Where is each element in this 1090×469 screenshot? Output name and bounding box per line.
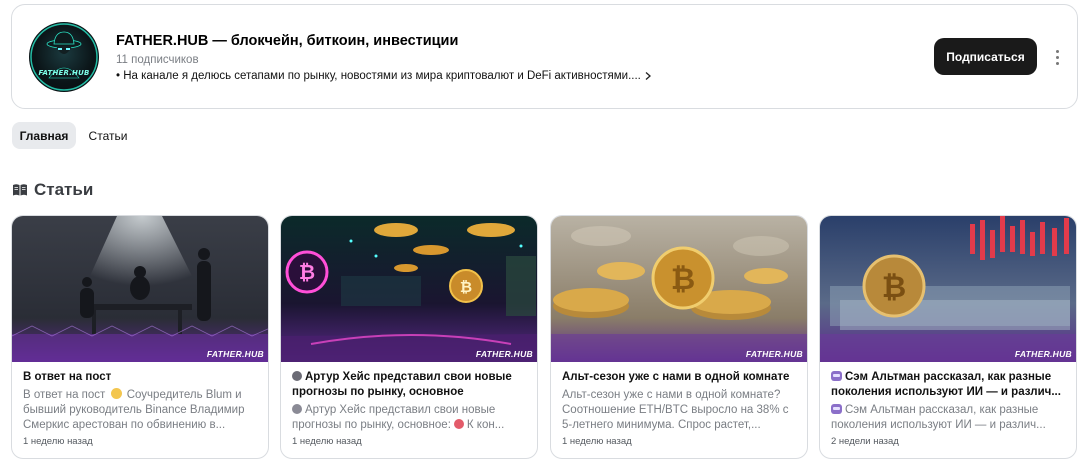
- svg-text:₿: ₿: [299, 260, 315, 284]
- article-watermark: FATHER.HUB: [745, 349, 803, 359]
- article-title: Артур Хейс представил свои новые прогноз…: [292, 370, 528, 400]
- article-excerpt: Артур Хейс представил свои новые прогноз…: [292, 403, 528, 433]
- article-date: 1 неделю назад: [23, 436, 93, 447]
- channel-description[interactable]: • На канале я делюсь сетапами по рынку, …: [116, 70, 653, 82]
- robot-icon: [831, 371, 842, 381]
- article-card[interactable]: ₿ ₿ FATHER.HUB Артур Хейс представил сво…: [280, 215, 538, 459]
- article-excerpt-part: В ответ на пост: [23, 389, 106, 401]
- svg-text:₿: ₿: [882, 270, 906, 305]
- tab-articles[interactable]: Статьи: [80, 122, 136, 149]
- article-image: ₿ ₿ FATHER.HUB: [281, 216, 537, 362]
- article-title-text: Артур Хейс представил свои новые прогноз…: [292, 371, 512, 398]
- svg-text:₿: ₿: [460, 278, 472, 296]
- article-watermark: FATHER.HUB: [475, 349, 533, 359]
- article-watermark: FATHER.HUB: [206, 349, 264, 359]
- article-image: FATHER.HUB: [12, 216, 268, 362]
- channel-description-text: • На канале я делюсь сетапами по рынку, …: [116, 70, 641, 82]
- article-date: 1 неделю назад: [562, 436, 632, 447]
- channel-header-card: FATHER.HUB FATHER.HUB — блокчейн, биткои…: [11, 4, 1078, 109]
- article-title: Альт-сезон уже с нами в одной комнате: [562, 371, 790, 383]
- article-excerpt: Альт-сезон уже с нами в одной комнате? С…: [562, 389, 789, 431]
- article-card[interactable]: ₿ FATHER.HUB Сэм Альтман рассказал, как …: [819, 215, 1077, 459]
- article-card[interactable]: FATHER.HUB В ответ на пост В ответ на по…: [11, 215, 269, 459]
- article-card[interactable]: ₿ FATHER.HUB Альт-сезон уже с нами в одн…: [550, 215, 808, 459]
- article-excerpt-text: Сэм Альтман рассказал, как разные поколе…: [831, 404, 1046, 431]
- svg-text:₿: ₿: [671, 262, 695, 297]
- tab-main[interactable]: Главная: [12, 122, 76, 149]
- avatar-logo-text: FATHER.HUB: [38, 69, 90, 77]
- crystal-ball-icon: [292, 404, 302, 414]
- section-heading: Статьи: [12, 180, 93, 200]
- crystal-ball-icon: [292, 371, 302, 381]
- subscriber-count: 11 подписчиков: [116, 54, 199, 66]
- article-date: 2 недели назад: [831, 436, 899, 447]
- red-circle-icon: [453, 419, 464, 429]
- article-title-text: Сэм Альтман рассказал, как разные поколе…: [831, 371, 1061, 398]
- robot-icon: [831, 404, 842, 414]
- article-excerpt-part: Артур Хейс представил свои новые прогноз…: [292, 404, 496, 431]
- article-excerpt-part: К кон...: [466, 419, 505, 431]
- article-image: ₿ FATHER.HUB: [551, 216, 807, 362]
- smiley-face-icon: [110, 388, 122, 399]
- chevron-right-icon: [645, 72, 651, 80]
- article-excerpt: Сэм Альтман рассказал, как разные поколе…: [831, 403, 1067, 433]
- article-image: ₿ FATHER.HUB: [820, 216, 1076, 362]
- section-title: Статьи: [34, 180, 94, 199]
- article-title: В ответ на пост: [23, 371, 112, 383]
- subscribe-button[interactable]: Подписаться: [934, 38, 1037, 75]
- book-icon: [13, 184, 27, 196]
- avatar-hat-figure-icon: [30, 23, 98, 91]
- channel-avatar[interactable]: FATHER.HUB: [29, 22, 99, 92]
- article-excerpt: В ответ на пост Соучредитель Blum и бывш…: [23, 388, 259, 433]
- more-options-icon[interactable]: [1050, 45, 1064, 69]
- article-watermark: FATHER.HUB: [1014, 349, 1072, 359]
- channel-title[interactable]: FATHER.HUB — блокчейн, биткоин, инвестиц…: [116, 33, 458, 49]
- article-title: Сэм Альтман рассказал, как разные поколе…: [831, 370, 1067, 400]
- article-date: 1 неделю назад: [292, 436, 362, 447]
